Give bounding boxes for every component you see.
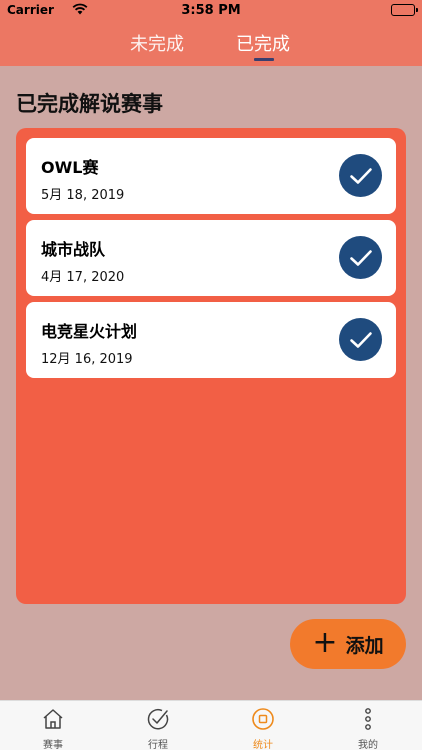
battery-icon <box>391 4 418 16</box>
clock-check-icon <box>147 709 169 730</box>
event-name: 电竞星火计划 <box>41 322 138 341</box>
event-card[interactable]: 电竞星火计划 12月 16, 2019 <box>26 302 396 378</box>
event-card[interactable]: OWL赛 5月 18, 2019 <box>26 138 396 214</box>
event-date: 4月 17, 2020 <box>41 270 125 285</box>
status-bar: Carrier 3:58 PM <box>0 0 422 22</box>
add-event-button[interactable]: + 添加 <box>290 619 406 669</box>
tab-incomplete[interactable]: 未完成 <box>130 30 184 56</box>
tabbar-label: 统计 <box>253 740 273 750</box>
tab-indicator <box>254 58 274 61</box>
event-date: 12月 16, 2019 <box>41 352 133 367</box>
tabbar-item-events[interactable]: 赛事 <box>23 701 83 750</box>
tabbar-item-schedule[interactable]: 行程 <box>128 701 188 750</box>
home-icon <box>43 709 63 729</box>
event-card[interactable]: 城市战队 4月 17, 2020 <box>26 220 396 296</box>
plus-icon: + <box>312 624 338 660</box>
more-dots-icon <box>365 708 371 730</box>
checkmark-icon[interactable] <box>339 236 382 279</box>
checkmark-icon[interactable] <box>339 154 382 197</box>
page-title: 已完成解说赛事 <box>16 92 163 116</box>
completed-events-panel: OWL赛 5月 18, 2019 城市战队 4月 17, 2020 电竞星火计划… <box>16 128 406 604</box>
status-time: 3:58 PM <box>181 3 241 18</box>
segment-tabs: 未完成 已完成 <box>0 26 422 62</box>
event-date: 5月 18, 2019 <box>41 188 125 203</box>
tabbar-item-stats[interactable]: 统计 <box>233 701 293 750</box>
event-name: OWL赛 <box>41 158 99 177</box>
tabbar-label: 赛事 <box>43 740 63 750</box>
tab-completed[interactable]: 已完成 <box>236 30 290 56</box>
top-bar: Carrier 3:58 PM 未完成 已完成 <box>0 0 422 66</box>
tabbar-item-mine[interactable]: 我的 <box>338 701 398 750</box>
stats-circle-icon <box>252 708 274 730</box>
add-button-label: 添加 <box>345 634 384 657</box>
checkmark-icon[interactable] <box>339 318 382 361</box>
event-name: 城市战队 <box>41 240 106 259</box>
tabbar-label: 我的 <box>358 740 378 750</box>
bottom-tab-bar: 赛事 行程 统计 我的 <box>0 700 422 750</box>
tabbar-label: 行程 <box>148 740 168 750</box>
